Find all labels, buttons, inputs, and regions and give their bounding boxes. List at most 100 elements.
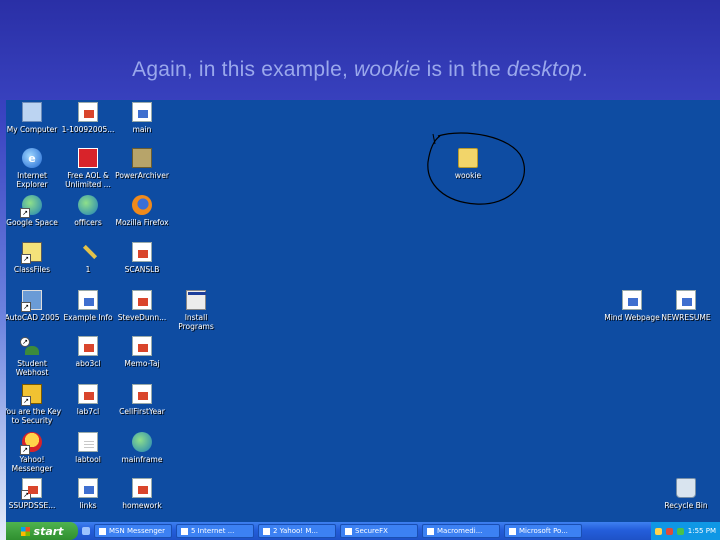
desktop-icon-autocad[interactable]: AutoCAD 2005 bbox=[6, 290, 62, 322]
desktop-icon-lab7cl[interactable]: lab7cl bbox=[58, 384, 118, 416]
desktop-icon-labtool[interactable]: labtool bbox=[58, 432, 118, 464]
system-tray: 1:55 PM bbox=[650, 522, 720, 540]
desktop-icon-internet-explorer[interactable]: e Internet Explorer bbox=[6, 148, 62, 189]
desktop-icon-memo-taj[interactable]: Memo-Taj bbox=[112, 336, 172, 368]
desktop-icon-label: Install Programs bbox=[178, 313, 214, 331]
desktop-icon-main[interactable]: main bbox=[112, 102, 172, 134]
desktop-icon-newresume[interactable]: NEWRESUME bbox=[656, 290, 716, 322]
desktop-icon-wookie[interactable]: wookie bbox=[438, 148, 498, 180]
taskbar-item-yahoo[interactable]: 2 Yahoo! M... bbox=[258, 524, 336, 538]
desktop-icon-label: Google Space bbox=[6, 218, 58, 227]
taskbar-item-securefx[interactable]: SecureFX bbox=[340, 524, 418, 538]
desktop-icon-student-webhost[interactable]: Student Webhost bbox=[6, 336, 62, 377]
desktop-icon-label: main bbox=[132, 125, 152, 134]
computer-icon bbox=[22, 102, 42, 122]
desktop-icon-scanslb[interactable]: SCANSLB bbox=[112, 242, 172, 274]
desktop-icon-label: wookie bbox=[454, 171, 482, 180]
folder-icon bbox=[458, 148, 478, 168]
desktop-icon-label: Mind Webpage bbox=[604, 313, 660, 322]
desktop-icon-class-files[interactable]: ClassFiles bbox=[6, 242, 62, 274]
document-icon bbox=[21, 478, 42, 500]
word-document-icon bbox=[622, 290, 642, 310]
archive-icon bbox=[132, 148, 152, 168]
document-icon bbox=[132, 384, 152, 404]
desktop-icon-label: Memo-Taj bbox=[124, 359, 160, 368]
desktop-icon-install-programs[interactable]: Install Programs bbox=[166, 290, 226, 331]
messenger-icon bbox=[263, 527, 270, 535]
document-icon bbox=[132, 242, 152, 262]
desktop-icon-label: mainframe bbox=[121, 455, 163, 464]
desktop-icon-label: SSUPDSSE... bbox=[8, 501, 56, 510]
desktop-icon-label: 1-10092005... bbox=[61, 125, 115, 134]
taskbar: start MSN Messenger 5 Internet ... 2 Yah… bbox=[6, 522, 720, 540]
desktop-icon-google-space[interactable]: Google Space bbox=[6, 195, 62, 227]
desktop-icon-file-2005[interactable]: 1-10092005... bbox=[58, 102, 118, 134]
autocad-icon bbox=[21, 290, 42, 312]
desktop-icon-mozilla-firefox[interactable]: Mozilla Firefox bbox=[112, 195, 172, 227]
taskbar-item-internet[interactable]: 5 Internet ... bbox=[176, 524, 254, 538]
desktop-icon-label: homework bbox=[122, 501, 162, 510]
tray-network-icon[interactable] bbox=[676, 527, 684, 535]
globe-icon bbox=[78, 195, 98, 215]
powerpoint-icon bbox=[509, 527, 516, 535]
tray-messenger-icon[interactable] bbox=[665, 527, 673, 535]
desktop-icon-example-info[interactable]: Example Info bbox=[58, 290, 118, 322]
desktop-icon-links[interactable]: links bbox=[58, 478, 118, 510]
desktop-icon-label: NEWRESUME bbox=[661, 313, 711, 322]
desktop-icon-steve-dunn[interactable]: SteveDunn... bbox=[112, 290, 172, 322]
desktop-icon-mainframe[interactable]: mainframe bbox=[112, 432, 172, 464]
desktop-icon-mind-webpage[interactable]: Mind Webpage bbox=[602, 290, 662, 322]
word-document-icon bbox=[78, 478, 98, 498]
start-label: start bbox=[33, 524, 64, 538]
clock: 1:55 PM bbox=[687, 527, 716, 535]
desktop-icon-label: abo3cl bbox=[75, 359, 101, 368]
desktop-icon-label: links bbox=[79, 501, 97, 510]
desktop-icon-yahoo-messenger[interactable]: Yahoo! Messenger bbox=[6, 432, 62, 473]
desktop-icon-abo3cl[interactable]: abo3cl bbox=[58, 336, 118, 368]
title-text-1: Again, in this example, bbox=[132, 58, 355, 81]
document-icon bbox=[78, 102, 98, 122]
title-italic-wookie: wookie bbox=[354, 58, 421, 81]
taskbar-item-macromedia[interactable]: Macromedi... bbox=[422, 524, 500, 538]
word-document-icon bbox=[78, 290, 98, 310]
desktop-icon-label: 1 bbox=[85, 265, 91, 274]
windows-logo-icon bbox=[20, 526, 30, 536]
quick-launch-icon[interactable] bbox=[82, 527, 90, 535]
taskbar-item-label: SecureFX bbox=[355, 527, 388, 535]
desktop-icon-label: Free AOL & Unlimited ... bbox=[65, 171, 111, 189]
start-button[interactable]: start bbox=[6, 522, 78, 540]
pen-icon bbox=[78, 242, 98, 262]
calendar-icon bbox=[21, 242, 42, 264]
messenger-icon bbox=[20, 432, 42, 455]
desktop-icon-label: You are the Key to Security bbox=[6, 407, 62, 425]
desktop-icon-label: My Computer bbox=[6, 125, 58, 134]
word-document-icon bbox=[132, 102, 152, 122]
person-icon bbox=[20, 336, 42, 356]
desktop-icon-recycle-bin[interactable]: Recycle Bin bbox=[656, 478, 716, 510]
warning-icon bbox=[21, 384, 42, 406]
desktop-icon-youre-the-key[interactable]: You are the Key to Security bbox=[6, 384, 62, 425]
firefox-icon bbox=[132, 195, 152, 215]
document-icon bbox=[78, 384, 98, 404]
tray-pen-icon[interactable] bbox=[654, 527, 662, 535]
desktop-icon-officers[interactable]: officers bbox=[58, 195, 118, 227]
taskbar-item-label: 5 Internet ... bbox=[191, 527, 235, 535]
desktop-icon-ssupdsse[interactable]: SSUPDSSE... bbox=[6, 478, 62, 510]
desktop-icon-one[interactable]: 1 bbox=[58, 242, 118, 274]
desktop-icon-label: Internet Explorer bbox=[16, 171, 48, 189]
internet-explorer-icon: e bbox=[22, 148, 42, 168]
desktop-icon-label: Yahoo! Messenger bbox=[11, 455, 53, 473]
msn-icon bbox=[99, 527, 106, 535]
desktop-icon-cellfirstyear[interactable]: CellFirstYear bbox=[112, 384, 172, 416]
desktop-icon-homework[interactable]: homework bbox=[112, 478, 172, 510]
title-text-3: . bbox=[581, 58, 588, 81]
desktop-icon-label: AutoCAD 2005 bbox=[6, 313, 60, 322]
desktop-icon-label: SteveDunn... bbox=[117, 313, 167, 322]
desktop-icon-power-archiver[interactable]: PowerArchiver bbox=[112, 148, 172, 180]
desktop-icon-free-aol[interactable]: Free AOL & Unlimited ... bbox=[58, 148, 118, 189]
taskbar-item-msn[interactable]: MSN Messenger bbox=[94, 524, 172, 538]
taskbar-item-powerpoint[interactable]: Microsoft Po... bbox=[504, 524, 582, 538]
desktop-icon-label: lab7cl bbox=[76, 407, 100, 416]
aol-icon bbox=[78, 148, 98, 168]
desktop-icon-my-computer[interactable]: My Computer bbox=[6, 102, 62, 134]
